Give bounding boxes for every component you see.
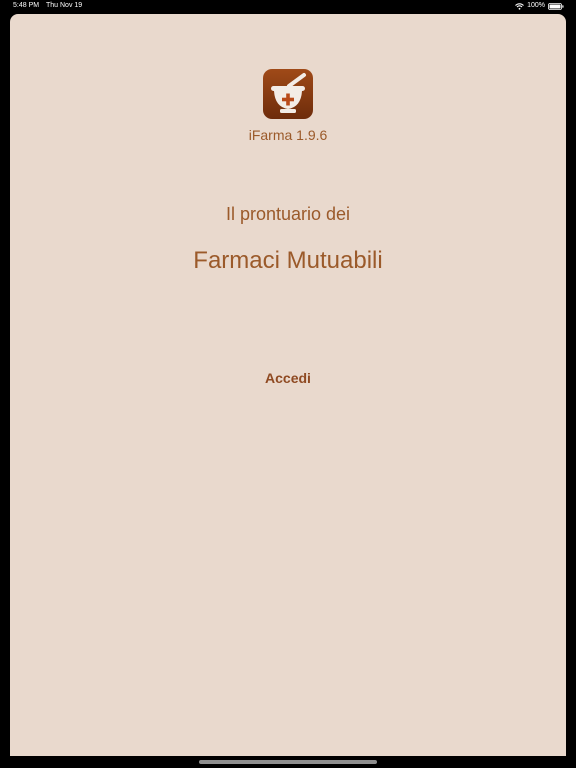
app-version: iFarma 1.9.6 — [248, 127, 328, 143]
status-bar: 5:48 PM Thu Nov 19 100% — [0, 0, 576, 12]
status-date: Thu Nov 19 — [46, 2, 83, 9]
page-title: Farmaci Mutuabili — [193, 247, 383, 274]
battery-percent: 100% — [527, 2, 545, 9]
mortar-pestle-cross-icon — [263, 69, 313, 119]
launch-screen: iFarma 1.9.6 Il prontuario dei Farmaci M… — [10, 14, 566, 756]
subtitle: Il prontuario dei — [225, 204, 351, 224]
battery-icon — [548, 2, 564, 10]
status-indicators: 100% — [515, 0, 564, 12]
wifi-icon — [515, 2, 524, 10]
login-button[interactable]: Accedi — [248, 367, 328, 389]
status-time: 5:48 PM — [13, 2, 40, 9]
home-indicator[interactable] — [199, 760, 377, 764]
